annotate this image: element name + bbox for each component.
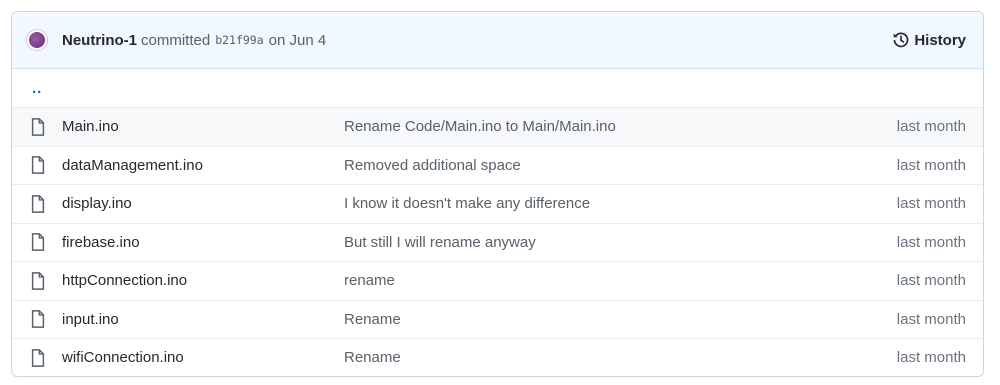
commit-age: last month: [896, 156, 966, 174]
commit-message-link[interactable]: Rename: [344, 311, 883, 328]
file-icon: [12, 310, 62, 329]
file-icon: [12, 233, 62, 252]
commit-age: last month: [896, 195, 966, 213]
history-label: History: [914, 31, 966, 49]
file-name-link[interactable]: wifiConnection.ino: [62, 349, 344, 366]
file-row[interactable]: dataManagement.ino Removed additional spa…: [12, 145, 983, 185]
parent-directory-link[interactable]: ..: [32, 80, 42, 97]
commit-sha[interactable]: b21f99a: [215, 33, 263, 47]
file-name-link[interactable]: input.ino: [62, 311, 344, 328]
file-name-link[interactable]: firebase.ino: [62, 234, 344, 251]
commit-age: last month: [896, 310, 966, 328]
file-row[interactable]: Main.ino Rename Code/Main.ino to Main/Mai…: [12, 107, 983, 146]
commit-author[interactable]: Neutrino-1: [62, 32, 137, 49]
file-row[interactable]: firebase.ino But still I will rename anyw…: [12, 222, 983, 262]
commit-message-link[interactable]: I know it doesn't make any difference: [344, 195, 883, 212]
file-name-link[interactable]: Main.ino: [62, 118, 344, 135]
avatar-image: [29, 32, 45, 48]
commit-verb: committed: [141, 31, 211, 49]
file-row[interactable]: wifiConnection.ino Rename last month: [12, 338, 983, 376]
latest-commit-header: Neutrino-1 committed b21f99a on Jun 4 Hi…: [12, 12, 983, 69]
parent-directory-row: ..: [12, 69, 983, 107]
file-icon: [12, 194, 62, 213]
commit-age: last month: [896, 349, 966, 367]
file-icon: [12, 348, 62, 367]
commit-message-link[interactable]: Removed additional space: [344, 157, 883, 174]
commit-message-link[interactable]: rename: [344, 272, 883, 289]
file-icon: [12, 271, 62, 290]
history-button[interactable]: History: [892, 31, 966, 49]
commit-message-link[interactable]: Rename Code/Main.ino to Main/Main.ino: [344, 118, 883, 135]
file-row[interactable]: httpConnection.ino rename last month: [12, 261, 983, 300]
commit-date: on Jun 4: [268, 31, 327, 49]
commit-age: last month: [896, 233, 966, 251]
file-icon: [12, 117, 62, 136]
file-row[interactable]: input.ino Rename last month: [12, 299, 983, 339]
file-row[interactable]: display.ino I know it doesn't make any di…: [12, 184, 983, 223]
commit-message-link[interactable]: Rename: [344, 349, 883, 366]
file-browser: Neutrino-1 committed b21f99a on Jun 4 Hi…: [11, 11, 984, 377]
commit-age: last month: [896, 118, 966, 136]
commit-message-link[interactable]: But still I will rename anyway: [344, 234, 883, 251]
commit-age: last month: [896, 272, 966, 290]
file-name-link[interactable]: dataManagement.ino: [62, 157, 344, 174]
file-list: Main.ino Rename Code/Main.ino to Main/Mai…: [12, 107, 983, 376]
file-name-link[interactable]: httpConnection.ino: [62, 272, 344, 289]
avatar[interactable]: [26, 29, 48, 51]
file-name-link[interactable]: display.ino: [62, 195, 344, 212]
history-icon: [893, 32, 909, 48]
file-icon: [12, 156, 62, 175]
